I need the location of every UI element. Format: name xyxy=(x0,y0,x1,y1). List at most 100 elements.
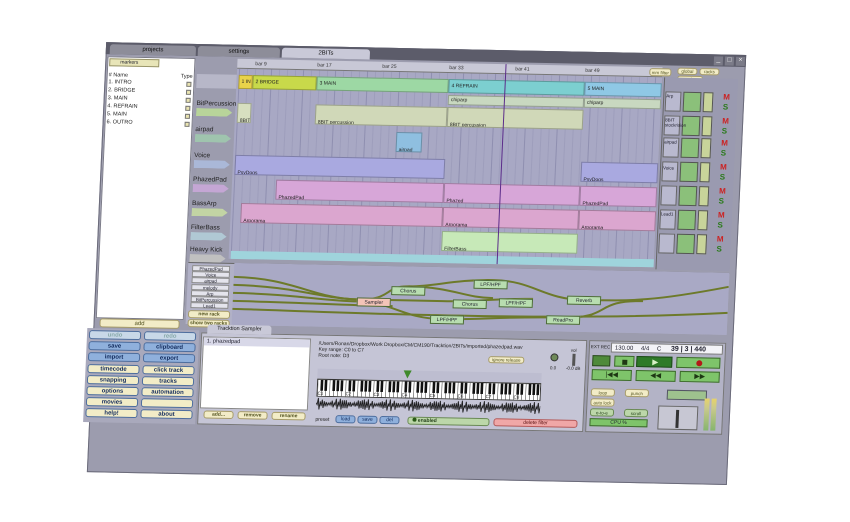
preset-load-button[interactable]: load xyxy=(335,415,356,424)
tab-settings[interactable]: settings xyxy=(197,46,281,58)
marker-seg-refrain[interactable]: 4 REFRAIN xyxy=(448,79,585,96)
mute-button[interactable]: M xyxy=(720,163,728,173)
rack-plugin-node[interactable]: LPF/HPF xyxy=(429,314,465,325)
marker-list-item[interactable]: 6. OUTRO xyxy=(106,119,132,126)
rack-plugin-node[interactable]: Sampler xyxy=(356,297,391,308)
left-panel-button[interactable]: click track xyxy=(142,364,195,375)
mute-button[interactable]: M xyxy=(723,93,731,103)
track-name[interactable]: BassArp xyxy=(192,200,217,207)
mixer-pan-fader[interactable] xyxy=(682,91,702,113)
mixer-plugin-slot[interactable] xyxy=(658,233,676,254)
solo-button[interactable]: S xyxy=(716,245,724,255)
track-header-arrow[interactable] xyxy=(196,108,232,117)
marker-list-item[interactable]: 1. INTRO xyxy=(108,79,132,85)
track-clip[interactable]: Arporama xyxy=(240,203,444,228)
left-panel-button[interactable]: save xyxy=(88,341,141,352)
marker-seg-main[interactable]: 3 MAIN xyxy=(316,76,449,94)
mute-button[interactable]: M xyxy=(722,117,730,127)
solo-button[interactable]: S xyxy=(721,149,729,159)
track-clip[interactable]: 8BIT percussion xyxy=(446,107,584,130)
chiparp-clip-2[interactable]: chiparp xyxy=(583,97,662,110)
left-panel-button[interactable]: undo xyxy=(88,330,142,341)
add-marker-button[interactable]: add xyxy=(99,318,180,329)
rack-plugin-node[interactable]: ReadPro xyxy=(545,315,581,325)
rack-plugin-node[interactable]: LPF/HPF xyxy=(473,279,508,290)
track-name[interactable]: BitPercussion xyxy=(196,100,236,108)
marker-seg-bridge[interactable]: 2 BRIDGE xyxy=(252,75,317,91)
rack-list-item[interactable]: Lead1 xyxy=(190,302,229,310)
track-clip[interactable]: PhazedPad xyxy=(579,185,658,208)
track-name[interactable]: FilterBass xyxy=(191,224,220,232)
left-panel-button[interactable]: options xyxy=(86,386,139,397)
remove-sound-button[interactable]: remove xyxy=(237,411,268,420)
track-name[interactable]: Heavy Kick xyxy=(190,246,223,254)
track-header-arrow[interactable] xyxy=(195,134,231,143)
track-clip[interactable]: 8BIT percussion xyxy=(314,104,448,128)
maximize-icon[interactable]: □ xyxy=(724,56,735,66)
stop-button[interactable] xyxy=(614,355,635,367)
left-panel-button[interactable]: export xyxy=(142,353,196,364)
enabled-toggle[interactable]: enabled xyxy=(407,416,490,427)
punch-button[interactable]: punch xyxy=(624,388,650,398)
marker-list-item[interactable]: 3. MAIN xyxy=(108,95,128,101)
preset-save-button[interactable]: save xyxy=(357,415,378,424)
solo-button[interactable]: S xyxy=(719,173,727,183)
track-clip[interactable]: PhazedPad xyxy=(275,179,445,204)
track-name[interactable]: airpad xyxy=(195,126,213,133)
mixer-pan-fader[interactable] xyxy=(676,233,696,255)
marker-seg-main-2[interactable]: 5 MAIN xyxy=(584,81,662,98)
mixer-pan-fader[interactable] xyxy=(680,137,700,159)
auto-lock-button[interactable]: auto lock xyxy=(590,398,615,407)
preset-del-button[interactable]: del xyxy=(379,415,400,425)
rewind-start-button[interactable]: |◀◀ xyxy=(591,369,632,381)
new-rack-button[interactable]: new rack xyxy=(187,310,231,319)
left-panel-button[interactable]: snapping xyxy=(86,374,140,385)
record-button[interactable] xyxy=(676,356,721,369)
scroll-button[interactable]: scroll xyxy=(623,408,649,418)
track-clip[interactable]: Arporama xyxy=(442,207,580,230)
left-panel-button[interactable] xyxy=(140,398,194,409)
track-header-arrow[interactable] xyxy=(193,184,229,193)
track-name[interactable]: PhazedPad xyxy=(193,176,227,184)
marker-list-item[interactable]: 2. BRIDGE xyxy=(108,87,135,94)
left-panel-button[interactable]: movies xyxy=(85,397,139,408)
loop-button[interactable]: loop xyxy=(590,388,616,397)
tab-project-2bits[interactable]: 2BITs xyxy=(281,47,371,60)
mute-button[interactable]: M xyxy=(717,235,725,245)
track-clip[interactable]: airpad xyxy=(395,132,423,153)
left-panel-button[interactable]: timecode xyxy=(87,363,140,374)
track-clip[interactable]: PsyDogs xyxy=(580,161,659,184)
solo-button[interactable]: S xyxy=(718,197,726,207)
left-panel-button[interactable]: about xyxy=(140,409,193,420)
track-header-arrow[interactable] xyxy=(191,208,227,217)
rewind-button[interactable]: ◀◀ xyxy=(635,370,676,382)
rack-plugin-node[interactable]: LPF/HPF xyxy=(498,298,534,308)
mute-button[interactable]: M xyxy=(719,187,727,197)
fast-forward-button[interactable]: ▶▶ xyxy=(679,370,720,383)
track-header-arrow[interactable] xyxy=(194,160,230,169)
close-icon[interactable]: × xyxy=(735,56,746,66)
racks-button[interactable]: racks xyxy=(699,68,720,76)
tab-projects[interactable]: projects xyxy=(109,44,197,56)
mixer-plugin-slot[interactable] xyxy=(660,185,678,206)
track-clip[interactable]: FilterBass xyxy=(441,231,579,254)
track-name[interactable]: Voice xyxy=(194,152,210,159)
record-arm-button[interactable] xyxy=(592,355,611,367)
left-panel-button[interactable]: import xyxy=(87,352,141,363)
track-clip[interactable]: PsyDogs xyxy=(234,154,446,180)
mixer-pan-fader[interactable] xyxy=(678,185,698,207)
solo-button[interactable]: S xyxy=(717,221,725,231)
master-mode-icons[interactable] xyxy=(666,389,708,401)
left-panel-button[interactable]: tracks xyxy=(141,375,195,387)
marker-dropdown[interactable]: markers xyxy=(109,58,160,68)
minimize-icon[interactable]: _ xyxy=(713,56,724,66)
left-panel-button[interactable]: redo xyxy=(143,331,197,342)
volume-slider[interactable] xyxy=(572,353,576,366)
play-button[interactable] xyxy=(636,356,673,368)
sampler-tab[interactable]: Tracktion Sampler xyxy=(207,324,272,335)
delete-filter-button[interactable]: delete filter xyxy=(493,418,578,428)
solo-button[interactable]: S xyxy=(723,103,731,113)
add-sound-button[interactable]: add... xyxy=(203,410,234,420)
rename-sound-button[interactable]: rename xyxy=(271,411,306,421)
marker-list-item[interactable]: 4. REFRAIN xyxy=(107,103,138,110)
